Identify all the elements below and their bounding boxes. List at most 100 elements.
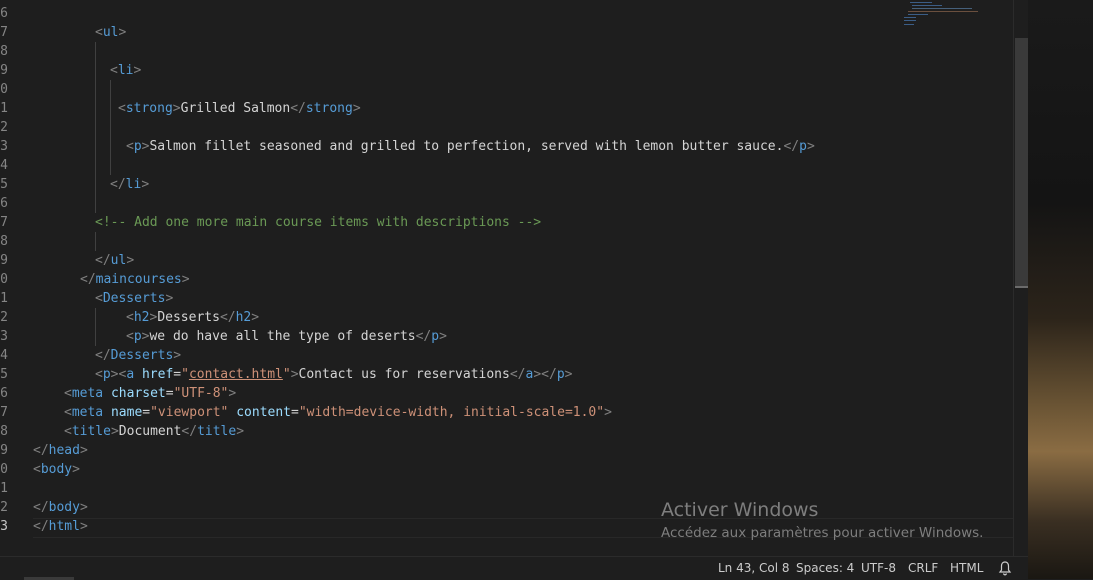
code-line[interactable]: 2 </body>	[0, 498, 1013, 517]
code-token: </	[33, 519, 49, 534]
code-line[interactable]: 4 </Desserts>	[0, 346, 1013, 365]
code-token: <	[95, 367, 103, 382]
code-token: >	[173, 348, 182, 363]
line-number: 1	[0, 481, 8, 496]
code-line[interactable]: 2 <h2>Desserts</h2>	[0, 308, 1013, 327]
code-line[interactable]: 3 <p>Salmon fillet seasoned and grilled t…	[0, 137, 1013, 156]
line-number: 3	[0, 139, 8, 154]
code-token: ><	[110, 367, 127, 382]
code-token: >	[290, 367, 299, 382]
code-line[interactable]: 3 <p>we do have all the type of deserts</…	[0, 327, 1013, 346]
code-token: strong	[305, 101, 353, 116]
code-token: li	[125, 177, 142, 192]
code-token: >	[126, 253, 135, 268]
code-token: >	[79, 519, 88, 534]
line-number: 6	[0, 6, 8, 21]
code-token: </	[110, 177, 126, 192]
code-line[interactable]: 7 <meta name="viewport" content="width=de…	[0, 403, 1013, 422]
code-line[interactable]: 2	[0, 118, 1013, 137]
code-token: p	[133, 329, 142, 344]
code-line[interactable]: 7 <ul>	[0, 23, 1013, 42]
code-token: meta	[71, 405, 104, 420]
code-line[interactable]: 5 <p><a href="contact.html">Contact us fo…	[0, 365, 1013, 384]
code-token: </	[219, 310, 236, 325]
code-line[interactable]: 7 <!-- Add one more main course items wit…	[0, 213, 1013, 232]
activation-watermark-subtitle: Accédez aux paramètres pour activer Wind…	[661, 525, 984, 541]
code-content: <ul>	[95, 23, 126, 42]
desktop-background	[1028, 0, 1093, 579]
code-content: <strong>Grilled Salmon</strong>	[118, 99, 361, 118]
code-line[interactable]: 1 <Desserts>	[0, 289, 1013, 308]
code-content: <p>we do have all the type of deserts</p…	[126, 327, 447, 346]
code-token: <	[126, 310, 134, 325]
code-token: </	[290, 101, 306, 116]
line-number: 8	[0, 44, 8, 59]
code-content: </ul>	[95, 251, 134, 270]
line-number: 4	[0, 158, 8, 173]
code-token: <	[118, 101, 126, 116]
code-token: Grilled Salmon	[180, 101, 291, 116]
code-token: </	[80, 272, 96, 287]
code-line[interactable]: 0	[0, 80, 1013, 99]
code-token: ></	[533, 367, 557, 382]
code-line[interactable]: 6 <meta charset="UTF-8">	[0, 384, 1013, 403]
code-line[interactable]: 4	[0, 156, 1013, 175]
code-line[interactable]: 8	[0, 42, 1013, 61]
code-line[interactable]: 1 <strong>Grilled Salmon</strong>	[0, 99, 1013, 118]
code-token: meta	[71, 386, 104, 401]
code-line[interactable]: 0 <body>	[0, 460, 1013, 479]
line-number: 7	[0, 215, 8, 230]
code-token: </	[33, 443, 49, 458]
code-line[interactable]: 9 </ul>	[0, 251, 1013, 270]
code-token: "viewport"	[150, 405, 229, 420]
code-line[interactable]: 8 <title>Document</title>	[0, 422, 1013, 441]
line-number: 3	[0, 329, 8, 344]
code-line[interactable]: 0 </maincourses>	[0, 270, 1013, 289]
indentation-status[interactable]: Spaces: 4	[796, 561, 854, 575]
line-ending-status[interactable]: CRLF	[908, 561, 938, 575]
code-token: body	[48, 500, 80, 515]
code-content: <meta charset="UTF-8">	[64, 384, 236, 403]
vertical-scrollbar[interactable]	[1013, 0, 1028, 556]
code-token: Document	[118, 424, 182, 439]
code-line[interactable]: 9 <li>	[0, 61, 1013, 80]
cursor-position-status[interactable]: Ln 43, Col 8	[718, 561, 790, 575]
code-line[interactable]: 6	[0, 194, 1013, 213]
code-token: p	[133, 139, 142, 154]
code-token: a	[126, 367, 135, 382]
code-line[interactable]: 6	[0, 4, 1013, 23]
code-token: title	[197, 424, 237, 439]
code-token: <	[126, 139, 134, 154]
code-content: <li>	[110, 61, 141, 80]
code-line[interactable]: 9 </head>	[0, 441, 1013, 460]
line-number: 2	[0, 500, 8, 515]
code-token: >	[604, 405, 612, 420]
code-token: </	[415, 329, 432, 344]
code-line[interactable]: 1	[0, 479, 1013, 498]
code-token: name	[110, 405, 143, 420]
code-token: "width=device-width, initial-scale=1.0"	[298, 405, 605, 420]
code-token: =	[173, 367, 182, 382]
scrollbar-thumb[interactable]	[1015, 38, 1028, 286]
encoding-status[interactable]: UTF-8	[861, 561, 896, 575]
code-editor[interactable]: 6 7 <ul> 8 9 <li> 0 1 <strong>Grilled Salmon</st…	[0, 0, 1013, 556]
code-content: <body>	[33, 460, 80, 479]
code-line[interactable]: 5 </li>	[0, 175, 1013, 194]
code-content: <Desserts>	[95, 289, 173, 308]
code-token: we do have all the type of deserts	[149, 329, 416, 344]
code-line[interactable]: 8	[0, 232, 1013, 251]
bell-icon[interactable]	[998, 560, 1012, 576]
code-token: <	[126, 329, 134, 344]
code-token: <	[64, 424, 72, 439]
code-content: <title>Document</title>	[64, 422, 244, 441]
code-token: <	[33, 462, 41, 477]
line-number: 1	[0, 291, 8, 306]
code-token: >	[165, 291, 174, 306]
language-mode-status[interactable]: HTML	[950, 561, 983, 575]
line-number: 3	[0, 519, 8, 534]
line-number: 9	[0, 443, 8, 458]
status-bar: Ln 43, Col 8 Spaces: 4 UTF-8 CRLF HTML	[0, 556, 1028, 580]
